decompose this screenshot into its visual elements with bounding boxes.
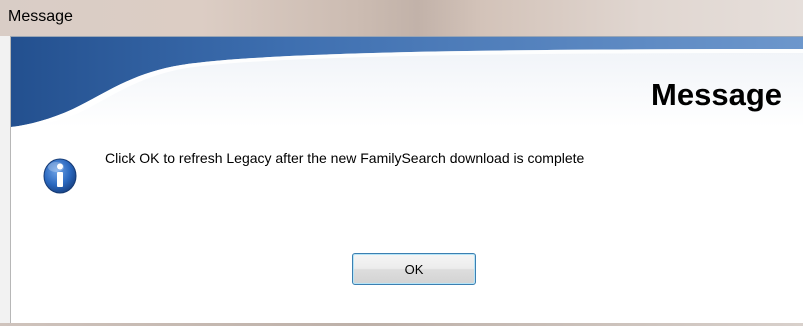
info-icon — [42, 155, 78, 195]
header-banner: Message — [11, 37, 803, 127]
banner-title: Message — [651, 77, 782, 112]
window-title: Message — [8, 8, 73, 25]
dialog-body: Message Click OK to refresh Legacy after… — [10, 36, 803, 323]
title-bar[interactable]: Message — [0, 0, 803, 36]
message-text: Click OK to refresh Legacy after the new… — [105, 150, 585, 166]
message-window: Message Message Click OK to refresh Lega… — [0, 0, 803, 326]
ok-button[interactable]: OK — [352, 253, 476, 285]
